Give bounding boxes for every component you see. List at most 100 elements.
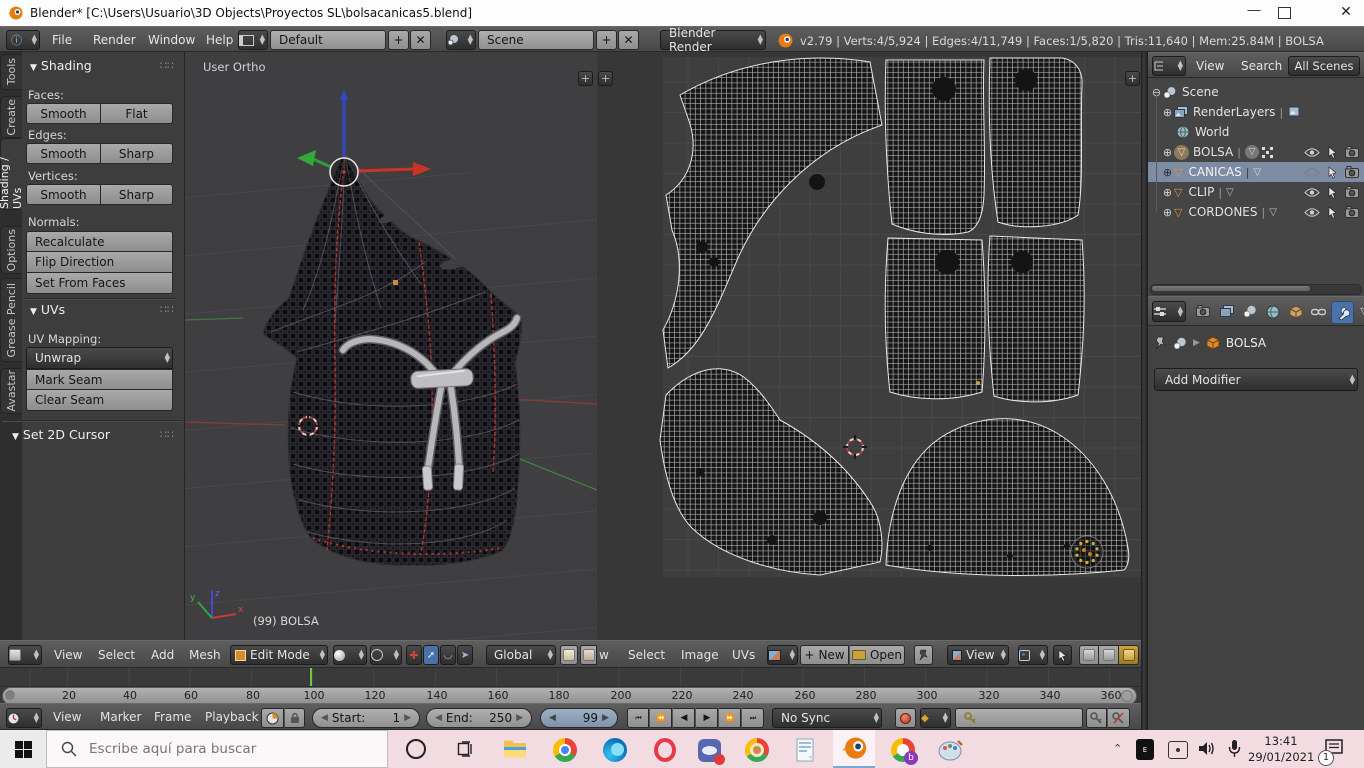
layout-browse-button[interactable]: ▲ ▼	[238, 30, 268, 50]
uv-select-edge-button[interactable]	[1099, 645, 1119, 665]
faces-smooth-button[interactable]: Smooth	[26, 103, 101, 124]
properties-tab-constraints[interactable]	[1308, 301, 1329, 322]
scene-name-field[interactable]: Scene	[478, 30, 594, 50]
outliner-scope-select[interactable]: All Scenes	[1288, 56, 1360, 76]
cortana-button[interactable]	[400, 733, 432, 765]
visibility-eye-icon-off[interactable]	[1304, 167, 1320, 178]
uv-left-region-expand-button[interactable]: +	[598, 71, 613, 86]
uv-mode-select[interactable]: View ▲ ▼	[947, 645, 1009, 665]
shading-panel-header[interactable]: ▼ Shading	[30, 58, 92, 73]
uv-menu-select[interactable]: Select	[628, 648, 665, 662]
timeline-menu-playback[interactable]: Playback	[205, 710, 259, 724]
rotate-manipulator-button[interactable]: ◡	[440, 645, 456, 665]
tab-options[interactable]: Options	[0, 226, 22, 274]
properties-tab-object[interactable]	[1285, 301, 1306, 322]
close-button[interactable]: ✕	[1328, 0, 1364, 25]
maximize-button[interactable]	[1278, 7, 1291, 19]
blender-taskbar-button[interactable]	[833, 730, 875, 768]
file-explorer-button[interactable]	[498, 733, 532, 765]
timeline-menu-marker[interactable]: Marker	[100, 710, 141, 724]
jump-to-start-button[interactable]: ⏮	[627, 708, 649, 728]
uv-menu-image[interactable]: Image	[681, 648, 719, 662]
tab-tools[interactable]: Tools	[0, 54, 22, 90]
discord-button[interactable]	[692, 735, 726, 765]
object-cube-icon[interactable]	[1206, 336, 1220, 350]
properties-editor-type-button[interactable]: ▲ ▼	[1152, 301, 1186, 322]
scene-icon[interactable]	[1173, 337, 1187, 350]
properties-tab-renderlayers[interactable]	[1216, 301, 1237, 322]
opera-button[interactable]	[648, 735, 682, 765]
scale-manipulator-button[interactable]: ➤	[457, 645, 473, 665]
renderlayer-data-icon[interactable]	[1287, 106, 1301, 119]
paint-button[interactable]	[934, 735, 968, 765]
timeline-editor-type-button[interactable]: ▲ ▼	[6, 708, 42, 728]
uv-menu-view[interactable]: w	[599, 648, 609, 662]
outliner-editor-type-button[interactable]: ▲ ▼	[1152, 56, 1186, 76]
mesh-data-icon[interactable]: ▽	[1269, 207, 1277, 218]
preview-range-button[interactable]	[261, 708, 284, 728]
viewport-menu-select[interactable]: Select	[98, 648, 135, 662]
vertices-sharp-button[interactable]: Sharp	[101, 184, 173, 205]
flip-direction-button[interactable]: Flip Direction	[26, 252, 173, 273]
task-view-button[interactable]	[448, 733, 480, 765]
set-2d-cursor-grip[interactable]: ∷∷	[160, 428, 174, 441]
viewport-shading-select[interactable]: ▲ ▼	[333, 645, 367, 665]
layout-add-button[interactable]: +	[388, 30, 409, 50]
selectability-cursor-icon[interactable]	[1327, 205, 1338, 219]
outliner-row-scene[interactable]: ⊖ Scene	[1148, 82, 1364, 102]
viewport-menu-mesh[interactable]: Mesh	[189, 648, 221, 662]
visibility-eye-icon[interactable]	[1304, 187, 1320, 198]
unwrap-select[interactable]: Unwrap ▲ ▼	[26, 347, 173, 369]
orientation-select[interactable]: Global ▲ ▼	[486, 645, 556, 665]
insert-keyframe-button[interactable]	[1086, 708, 1107, 728]
uvs-panel-header[interactable]: ▼ UVs	[30, 302, 65, 317]
uv-editor[interactable]: + +	[597, 52, 1141, 640]
image-new-button[interactable]: + New	[800, 645, 849, 665]
mesh-data-icon[interactable]: ▽	[1244, 145, 1259, 159]
outliner-row-canicas[interactable]: ⊕ ▽ CANICAS | ▽	[1148, 162, 1364, 182]
add-modifier-select[interactable]: Add Modifier ▲ ▼	[1154, 368, 1358, 391]
lock-range-button[interactable]	[285, 708, 305, 728]
uv-menu-uvs[interactable]: UVs	[732, 648, 755, 662]
tab-avastar[interactable]: Avastar	[0, 368, 22, 414]
properties-tab-render[interactable]	[1193, 301, 1214, 322]
end-frame-field[interactable]: ◀ End: 250 ▶	[426, 708, 532, 728]
tab-shading-uvs[interactable]: Shading / UVs	[0, 138, 24, 210]
outliner-row-cordones[interactable]: ⊕ ▽ CORDONES | ▽	[1148, 202, 1364, 222]
search-input[interactable]	[87, 740, 371, 758]
menu-help[interactable]: Help	[206, 33, 233, 47]
edges-smooth-button[interactable]: Smooth	[26, 143, 101, 164]
uv-sticky-select-button[interactable]	[1053, 645, 1072, 665]
menu-window[interactable]: Window	[148, 33, 195, 47]
epic-games-tray-icon[interactable]: E	[1136, 739, 1154, 760]
tab-grease-pencil[interactable]: Grease Pencil	[0, 278, 22, 362]
tab-create[interactable]: Create	[0, 96, 22, 138]
play-reverse-button[interactable]: ◀	[673, 708, 695, 728]
renderability-camera-icon[interactable]	[1345, 206, 1360, 218]
selectability-cursor-icon[interactable]	[1327, 145, 1338, 159]
pin-icon[interactable]	[1154, 336, 1167, 350]
scene-add-button[interactable]: +	[596, 30, 617, 50]
next-keyframe-button[interactable]: ⏩	[719, 708, 741, 728]
properties-tab-scene[interactable]	[1239, 301, 1260, 322]
mode-select[interactable]: Edit Mode ▲ ▼	[230, 645, 328, 665]
mesh-data-icon[interactable]: ▽	[1254, 167, 1262, 178]
current-frame-field[interactable]: ◀ 99 ▶	[540, 708, 618, 728]
chrome-b-button[interactable]: b	[886, 735, 920, 765]
properties-tab-modifiers-active[interactable]	[1331, 301, 1354, 324]
renderability-camera-icon[interactable]	[1345, 146, 1360, 158]
uv-select-vertex-button[interactable]	[1079, 645, 1099, 665]
auto-keyframe-button[interactable]	[895, 708, 916, 728]
start-frame-field[interactable]: ◀ Start: 1 ▶	[312, 708, 420, 728]
image-pin-button[interactable]	[914, 645, 933, 665]
outliner-hscrollbar-thumb[interactable]	[1152, 286, 1310, 291]
properties-tab-mesh-data[interactable]: ▽	[1354, 301, 1364, 322]
renderability-camera-icon[interactable]	[1345, 186, 1360, 198]
tablet-driver-tray-icon[interactable]	[1168, 741, 1188, 759]
layout-name-field[interactable]: Default	[270, 30, 386, 50]
translate-manipulator-button[interactable]: ➚	[423, 645, 439, 665]
selectability-cursor-icon[interactable]	[1327, 185, 1338, 199]
timeline-playhead[interactable]	[310, 668, 312, 686]
active-keying-set-field[interactable]	[955, 708, 1083, 728]
renderability-camera-icon[interactable]	[1345, 166, 1360, 178]
